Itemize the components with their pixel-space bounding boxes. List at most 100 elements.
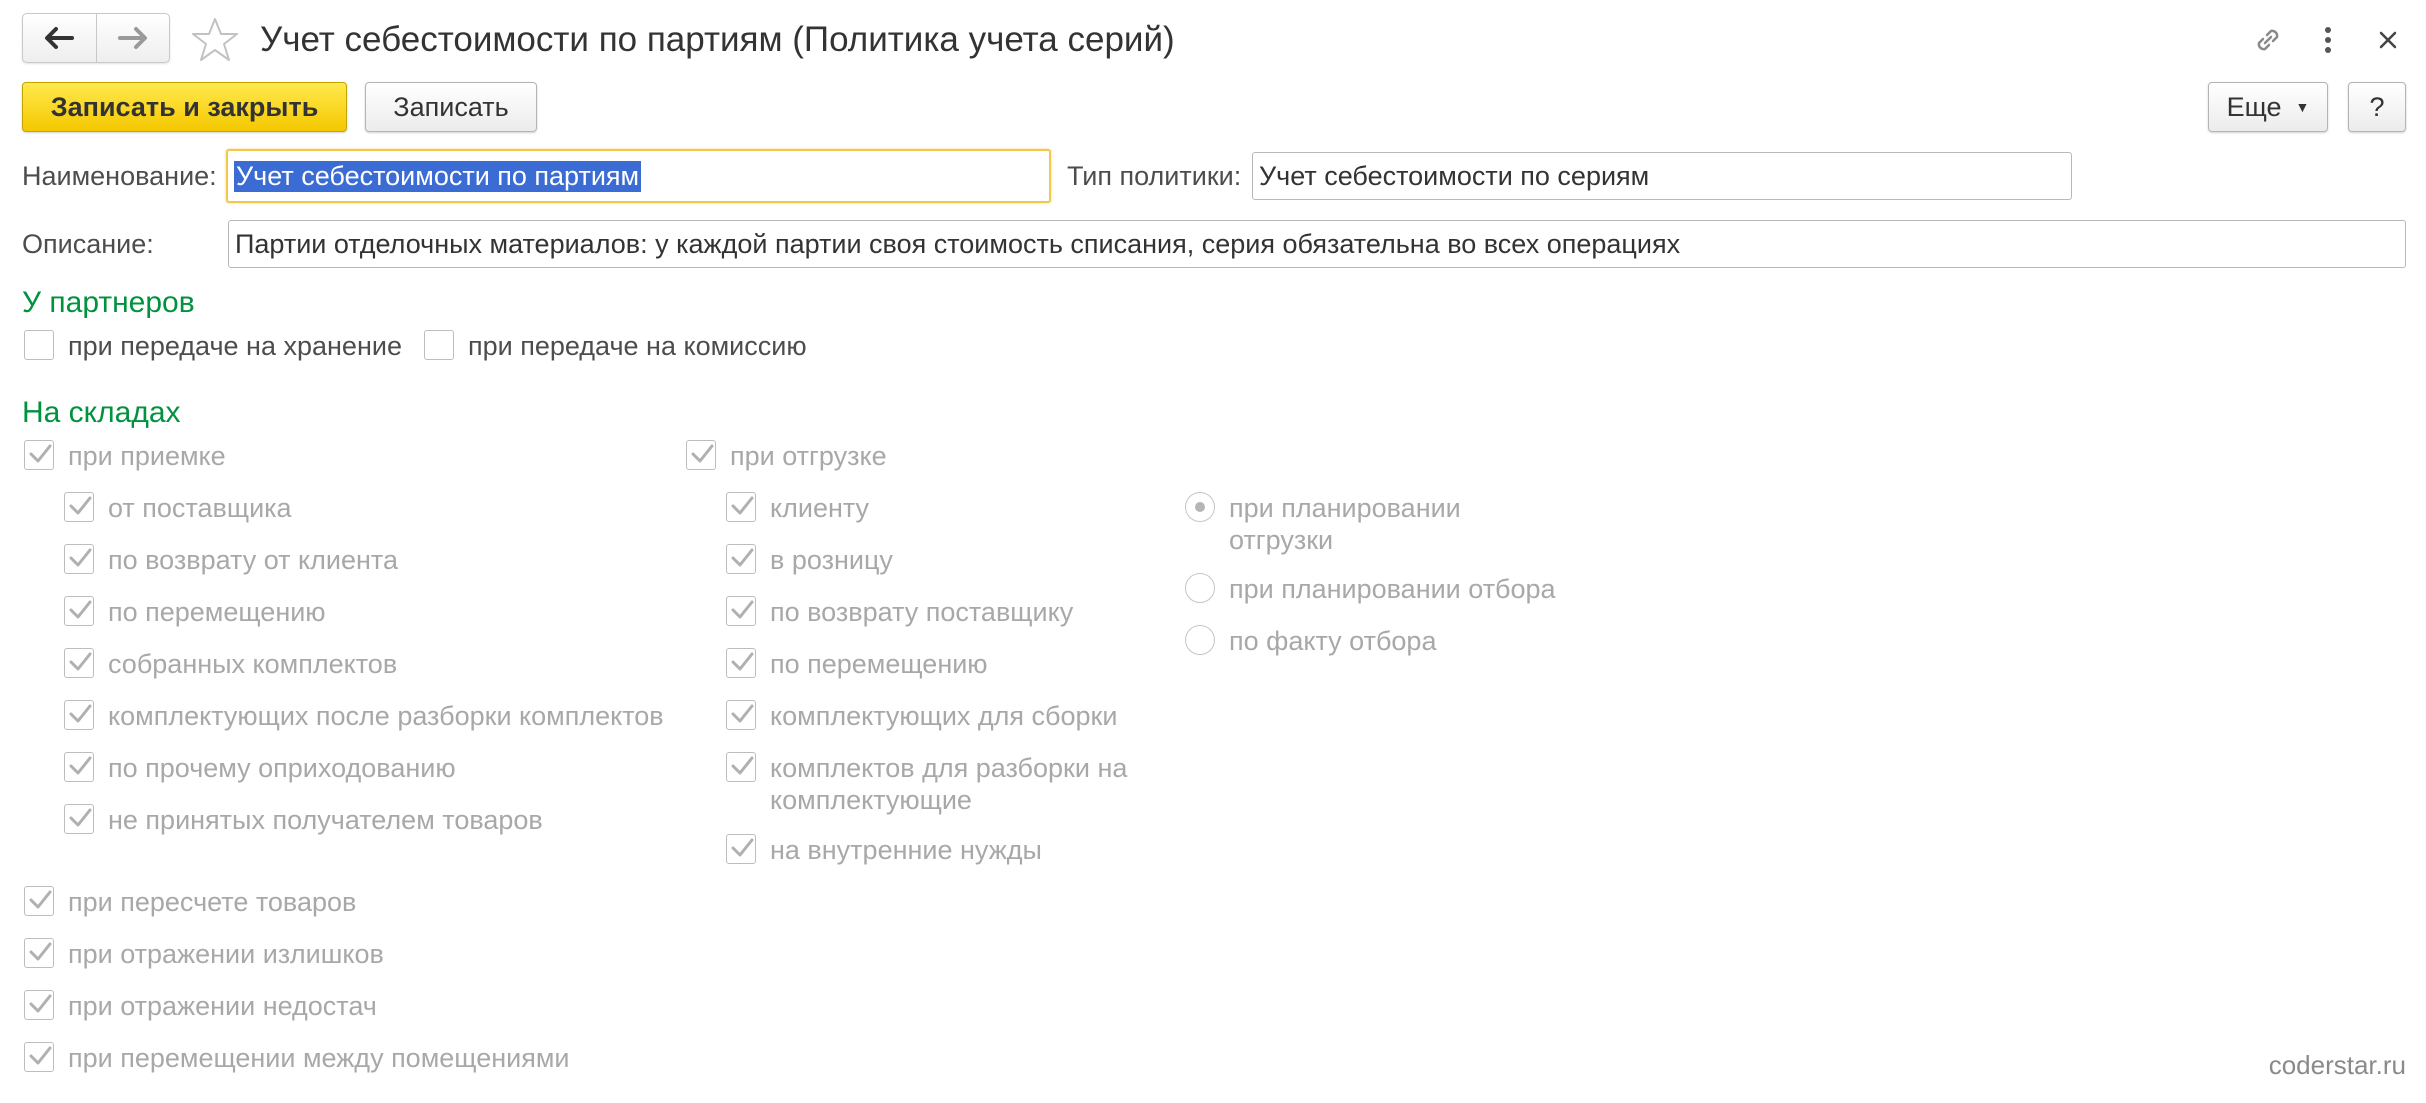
checkmark-icon xyxy=(69,496,92,515)
checkbox-label: при передаче на комиссию xyxy=(468,331,807,361)
checkmark-icon xyxy=(731,496,754,515)
arrow-right-icon xyxy=(117,27,147,49)
checkbox-checked[interactable] xyxy=(726,544,756,574)
name-label: Наименование: xyxy=(22,161,217,191)
shipping-item-checkbox[interactable]: в розницу xyxy=(726,544,893,576)
checkbox-checked[interactable] xyxy=(726,648,756,678)
checkbox-label: собранных комплектов xyxy=(108,649,398,679)
checkbox-checked[interactable] xyxy=(726,700,756,730)
checkbox-checked[interactable] xyxy=(686,440,716,470)
radio-unselected[interactable] xyxy=(1185,625,1215,655)
receiving-item-checkbox[interactable]: комплектующих после разборки комплектов xyxy=(64,700,664,732)
checkbox-checked[interactable] xyxy=(24,990,54,1020)
radio-label: при планировании отгрузки xyxy=(1229,493,1461,555)
shipping-item-checkbox[interactable]: клиенту xyxy=(726,492,869,524)
checkbox-label: по возврату от клиента xyxy=(108,545,398,575)
checkbox-checked[interactable] xyxy=(726,596,756,626)
checkmark-icon xyxy=(69,548,92,567)
checkbox-label: комплектов для разборки на комплектующие xyxy=(770,753,1128,815)
checkbox-label: комплектующих после разборки комплектов xyxy=(108,701,664,731)
shipping-item-checkbox[interactable]: комплектов для разборки на комплектующие xyxy=(726,752,1146,816)
checkbox-checked[interactable] xyxy=(64,492,94,522)
warehouses-group-title: На складах xyxy=(22,396,181,429)
radio-plan-picking[interactable]: при планировании отбора xyxy=(1185,573,1556,605)
save-button[interactable]: Записать xyxy=(365,82,537,132)
checkmark-icon xyxy=(29,1046,52,1065)
radio-actual-picking[interactable]: по факту отбора xyxy=(1185,625,1436,657)
favorite-star-icon[interactable] xyxy=(190,15,240,65)
partners-group-title: У партнеров xyxy=(22,286,195,319)
checkmark-icon xyxy=(69,756,92,775)
checkmark-icon xyxy=(731,704,754,723)
checkmark-icon xyxy=(69,704,92,723)
receiving-checkbox[interactable]: при приемке xyxy=(24,440,226,472)
surplus-checkbox[interactable]: при отражении излишков xyxy=(24,938,384,970)
shipping-checkbox[interactable]: при отгрузке xyxy=(686,440,887,472)
checkbox-label: клиенту xyxy=(770,493,870,523)
checkbox-checked[interactable] xyxy=(726,752,756,782)
shipping-item-checkbox[interactable]: комплектующих для сборки xyxy=(726,700,1117,732)
policy-type-field[interactable]: Учет себестоимости по сериям xyxy=(1252,152,2072,200)
more-button-label: Еще xyxy=(2226,91,2282,122)
checkbox-checked[interactable] xyxy=(24,440,54,470)
checkbox-label: по перемещению xyxy=(108,597,326,627)
description-field[interactable]: Партии отделочных материалов: у каждой п… xyxy=(228,220,2406,268)
recount-checkbox[interactable]: при пересчете товаров xyxy=(24,886,356,918)
checkbox-checked[interactable] xyxy=(64,700,94,730)
checkbox-label: при отражении недостач xyxy=(68,991,377,1021)
partners-storage-checkbox[interactable]: при передаче на хранение xyxy=(24,330,402,362)
checkmark-icon xyxy=(69,600,92,619)
more-button[interactable]: Еще ▼ xyxy=(2208,82,2328,132)
radio-plan-shipment[interactable]: при планировании отгрузки xyxy=(1185,492,1475,556)
watermark: coderstar.ru xyxy=(2268,1050,2406,1080)
save-and-close-button[interactable]: Записать и закрыть xyxy=(22,82,347,132)
checkbox-checked[interactable] xyxy=(24,938,54,968)
policy-type-value: Учет себестоимости по сериям xyxy=(1259,160,1650,191)
shipping-item-checkbox[interactable]: на внутренние нужды xyxy=(726,834,1042,866)
receiving-item-checkbox[interactable]: по перемещению xyxy=(64,596,326,628)
checkbox-checked[interactable] xyxy=(64,648,94,678)
checkmark-icon xyxy=(731,600,754,619)
checkbox-checked[interactable] xyxy=(64,804,94,834)
receiving-item-checkbox[interactable]: собранных комплектов xyxy=(64,648,397,680)
shipping-item-checkbox[interactable]: по возврату поставщику xyxy=(726,596,1073,628)
radio-selected[interactable] xyxy=(1185,492,1215,522)
name-field[interactable]: Учет себестоимости по партиям xyxy=(226,149,1051,203)
shipping-item-checkbox[interactable]: по перемещению xyxy=(726,648,988,680)
checkbox-box[interactable] xyxy=(424,330,454,360)
checkbox-box[interactable] xyxy=(24,330,54,360)
checkbox-checked[interactable] xyxy=(64,544,94,574)
radio-dot-icon xyxy=(1195,502,1205,512)
checkmark-icon xyxy=(731,548,754,567)
help-button[interactable]: ? xyxy=(2348,82,2406,132)
forward-button[interactable] xyxy=(95,14,170,62)
checkbox-label: при пересчете товаров xyxy=(68,887,357,917)
receiving-item-checkbox[interactable]: по прочему оприходованию xyxy=(64,752,456,784)
move-between-rooms-checkbox[interactable]: при перемещении между помещениями xyxy=(24,1042,569,1074)
policy-type-label: Тип политики: xyxy=(1067,161,1242,191)
checkbox-label: по прочему оприходованию xyxy=(108,753,456,783)
checkbox-label: при приемке xyxy=(68,441,226,471)
close-icon[interactable] xyxy=(2368,20,2408,60)
radio-unselected[interactable] xyxy=(1185,573,1215,603)
checkmark-icon xyxy=(29,994,52,1013)
checkbox-label: комплектующих для сборки xyxy=(770,701,1118,731)
partners-commission-checkbox[interactable]: при передаче на комиссию xyxy=(424,330,807,362)
checkbox-label: по возврату поставщику xyxy=(770,597,1074,627)
checkbox-checked[interactable] xyxy=(24,886,54,916)
checkbox-checked[interactable] xyxy=(726,492,756,522)
shortage-checkbox[interactable]: при отражении недостач xyxy=(24,990,377,1022)
radio-label: при планировании отбора xyxy=(1229,574,1556,604)
checkbox-checked[interactable] xyxy=(64,752,94,782)
more-vertical-icon[interactable] xyxy=(2308,20,2348,60)
link-icon[interactable] xyxy=(2248,20,2288,60)
receiving-item-checkbox[interactable]: не принятых получателем товаров xyxy=(64,804,543,836)
receiving-item-checkbox[interactable]: от поставщика xyxy=(64,492,292,524)
checkbox-label: при передаче на хранение xyxy=(68,331,402,361)
checkbox-checked[interactable] xyxy=(726,834,756,864)
checkmark-icon xyxy=(731,652,754,671)
checkbox-checked[interactable] xyxy=(24,1042,54,1072)
checkbox-checked[interactable] xyxy=(64,596,94,626)
back-button[interactable] xyxy=(23,14,96,62)
receiving-item-checkbox[interactable]: по возврату от клиента xyxy=(64,544,398,576)
